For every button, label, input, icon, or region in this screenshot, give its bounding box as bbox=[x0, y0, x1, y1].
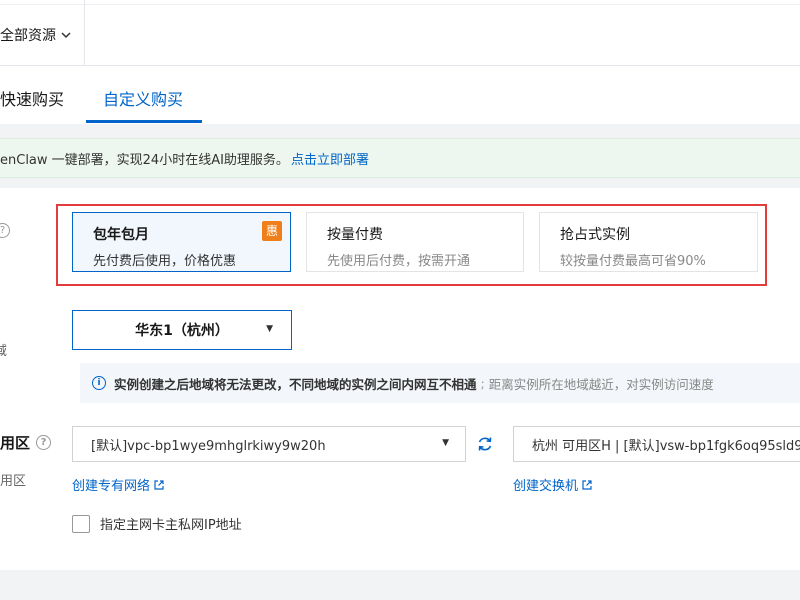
region-select[interactable]: 华东1（杭州） ▼ bbox=[72, 310, 292, 350]
caret-down-icon: ▼ bbox=[442, 438, 449, 448]
tab-quick-buy[interactable]: 快速购买 bbox=[0, 86, 64, 110]
billing-option-desc: 先付费后使用，价格优惠 bbox=[93, 254, 237, 269]
discount-badge: 惠 bbox=[262, 221, 282, 241]
billing-option-desc: 较按量付费最高可省90% bbox=[560, 254, 706, 269]
region-tip-separator: ; bbox=[480, 375, 485, 391]
external-link-icon bbox=[154, 479, 164, 490]
caret-down-icon: ▼ bbox=[266, 324, 273, 334]
private-ip-option: 指定主网卡主私网IP地址 bbox=[72, 514, 242, 533]
billing-option-subscription[interactable]: 包年包月 先付费后使用，价格优惠 惠 bbox=[72, 212, 291, 272]
purchase-tabs: 快速购买 自定义购买 bbox=[0, 66, 800, 124]
promo-notice: enClaw 一键部署，实现24小时在线AI助理服务。 点击立即部署 bbox=[0, 138, 800, 178]
external-link-icon bbox=[582, 479, 592, 490]
billing-option-spot[interactable]: 抢占式实例 较按量付费最高可省90% bbox=[539, 212, 758, 272]
network-label: 用区 ? bbox=[0, 432, 52, 453]
region-label: 域 bbox=[0, 344, 8, 359]
billing-help-icon[interactable]: ? bbox=[0, 223, 10, 238]
network-help-icon[interactable]: ? bbox=[36, 435, 52, 450]
info-icon: i bbox=[92, 376, 106, 390]
create-vpc-link-text: 创建专有网络 bbox=[72, 479, 151, 494]
region-selected-value: 华东1（杭州） bbox=[135, 323, 229, 339]
config-card: ? 包年包月 先付费后使用，价格优惠 惠 按量付费 先使用后付费，按需开通 抢占… bbox=[0, 188, 800, 570]
billing-option-title: 按量付费 bbox=[327, 227, 383, 243]
billing-option-title: 抢占式实例 bbox=[560, 227, 630, 243]
network-label-text: 用区 bbox=[0, 434, 31, 452]
network-sublabel: 用区 bbox=[0, 474, 27, 489]
create-vswitch-link[interactable]: 创建交换机 bbox=[513, 475, 593, 494]
vpc-selected-value: [默认]vpc-bp1wye9mhglrkiwy9w20h bbox=[91, 438, 326, 454]
vswitch-selected-value: 杭州 可用区H | [默认]vsw-bp1fgk6oq95sld9 bbox=[532, 438, 800, 454]
tab-custom-buy[interactable]: 自定义购买 bbox=[103, 86, 183, 110]
billing-option-desc: 先使用后付费，按需开通 bbox=[327, 254, 471, 269]
region-tip-weak: 距离实例所在地域越近，对实例访问速度 bbox=[488, 376, 714, 392]
refresh-icon[interactable] bbox=[475, 434, 495, 454]
vpc-select[interactable]: [默认]vpc-bp1wye9mhglrkiwy9w20h ▼ bbox=[72, 426, 466, 462]
create-vswitch-link-text: 创建交换机 bbox=[513, 479, 579, 494]
resource-group-label: 全部资源 bbox=[0, 28, 56, 44]
top-divider bbox=[0, 4, 800, 5]
create-vpc-link[interactable]: 创建专有网络 bbox=[72, 475, 165, 494]
region-tip: i 实例创建之后地域将无法更改，不同地域的实例之间内网互不相通 ; 距离实例所在… bbox=[80, 363, 800, 403]
resource-group-dropdown[interactable]: 全部资源 bbox=[0, 25, 72, 45]
billing-option-pay-as-you-go[interactable]: 按量付费 先使用后付费，按需开通 bbox=[306, 212, 524, 272]
active-tab-indicator bbox=[86, 120, 202, 123]
private-ip-checkbox-label[interactable]: 指定主网卡主私网IP地址 bbox=[100, 514, 242, 533]
top-bar: 全部资源 bbox=[0, 0, 800, 66]
chevron-down-icon bbox=[61, 32, 71, 39]
resource-cell: 全部资源 bbox=[0, 0, 85, 66]
region-tip-strong: 实例创建之后地域将无法更改，不同地域的实例之间内网互不相通 bbox=[114, 376, 477, 392]
deploy-now-link[interactable]: 点击立即部署 bbox=[291, 149, 369, 168]
vswitch-select[interactable]: 杭州 可用区H | [默认]vsw-bp1fgk6oq95sld9 bbox=[513, 426, 800, 462]
private-ip-checkbox[interactable] bbox=[72, 514, 90, 533]
notice-text: enClaw 一键部署，实现24小时在线AI助理服务。 bbox=[0, 152, 289, 168]
billing-option-title: 包年包月 bbox=[93, 227, 149, 243]
